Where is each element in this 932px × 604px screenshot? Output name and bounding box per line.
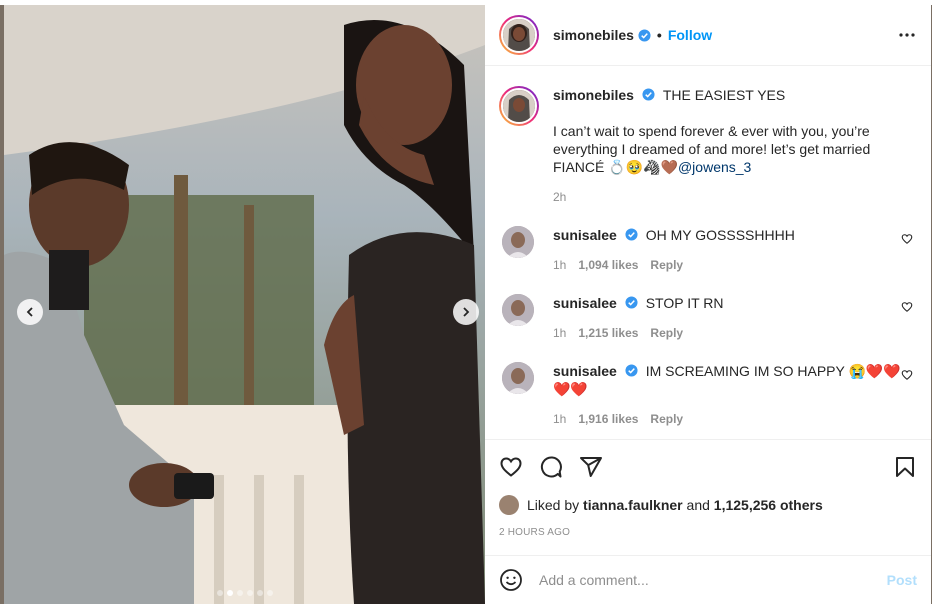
comment-row: sunisalee STOP IT RN 1h 1,215 likes Repl… [499,294,917,342]
photo-illustration [4,5,485,604]
carousel-next-button[interactable] [453,299,479,325]
author-avatar[interactable] [499,15,539,55]
comment-input[interactable] [539,572,887,588]
likes-conj: and [686,497,710,513]
post-header: simonebiles • Follow [485,5,931,66]
post-caption: simonebiles THE EASIEST YES I can’t wait… [499,66,917,206]
chevron-left-icon [26,307,33,317]
more-options-icon[interactable] [897,25,917,45]
carousel-dot [246,590,253,596]
carousel-indicators [4,590,485,596]
bookmark-icon[interactable] [893,455,917,479]
separator-dot: • [656,27,662,43]
comment-likes[interactable]: 1,215 likes [578,324,638,342]
verified-badge-icon [625,228,638,241]
verified-badge-icon [625,364,638,377]
comments-list[interactable]: simonebiles THE EASIEST YES I can’t wait… [485,66,931,439]
commenter-avatar[interactable] [502,226,534,258]
comment-icon[interactable] [539,455,563,479]
commenter-avatar[interactable] [502,362,534,394]
comment-age: 1h [553,326,567,340]
emoji-icon[interactable] [499,568,523,592]
commenter-username[interactable]: sunisalee [553,227,617,243]
post-panel: simonebiles • Follow simonebiles THE EAS… [485,5,931,604]
mention-link[interactable]: @jowens_3 [678,159,751,175]
comment-heart-icon[interactable] [901,233,913,245]
likes-summary: Liked by tianna.faulkner and 1,125,256 o… [499,495,917,515]
share-icon[interactable] [579,455,603,479]
comment-text: STOP IT RN [645,295,724,311]
comment-heart-icon[interactable] [901,301,913,313]
carousel-dot [266,590,273,596]
follow-button[interactable]: Follow [668,27,712,43]
comment-age: 1h [553,258,567,272]
author-username[interactable]: simonebiles [553,27,634,43]
comment-age: 1h [553,412,567,426]
commenter-username[interactable]: sunisalee [553,295,617,311]
caption-headline: THE EASIEST YES [662,87,786,103]
verified-badge-icon [625,296,638,309]
caption-age: 2h [553,190,567,204]
liker-avatar[interactable] [499,495,519,515]
liker-username[interactable]: tianna.faulkner [583,497,683,513]
carousel-dot [256,590,263,596]
reply-button[interactable]: Reply [650,324,683,342]
post-timestamp[interactable]: 2 HOURS AGO [499,527,917,538]
verified-badge-icon [642,88,655,101]
comment-text: OH MY GOSSSSHHHH [645,227,795,243]
verified-badge-icon [638,28,651,42]
post-comment-button[interactable]: Post [887,572,917,588]
caption-avatar[interactable] [499,86,539,126]
post-photo [4,5,485,604]
reply-button[interactable]: Reply [650,410,683,428]
comment-heart-icon[interactable] [901,369,913,381]
carousel-dot [236,590,243,596]
likes-count[interactable]: 1,125,256 others [714,497,823,513]
commenter-avatar[interactable] [502,294,534,326]
chevron-right-icon [463,307,470,317]
carousel-prev-button[interactable] [17,299,43,325]
heart-icon[interactable] [499,455,523,479]
comment-row: sunisalee OH MY GOSSSSHHHH 1h 1,094 like… [499,226,917,274]
comment-row: sunisalee IM SCREAMING IM SO HAPPY 😭❤️❤️… [499,362,917,428]
caption-username[interactable]: simonebiles [553,87,634,103]
comment-likes[interactable]: 1,916 likes [578,410,638,428]
comment-likes[interactable]: 1,094 likes [578,256,638,274]
likes-prefix: Liked by [527,497,580,513]
reply-button[interactable]: Reply [650,256,683,274]
comment-composer: Post [485,555,931,604]
action-bar: Liked by tianna.faulkner and 1,125,256 o… [485,439,931,538]
commenter-username[interactable]: sunisalee [553,363,617,379]
carousel-dot [226,590,233,596]
carousel-dot [216,590,223,596]
